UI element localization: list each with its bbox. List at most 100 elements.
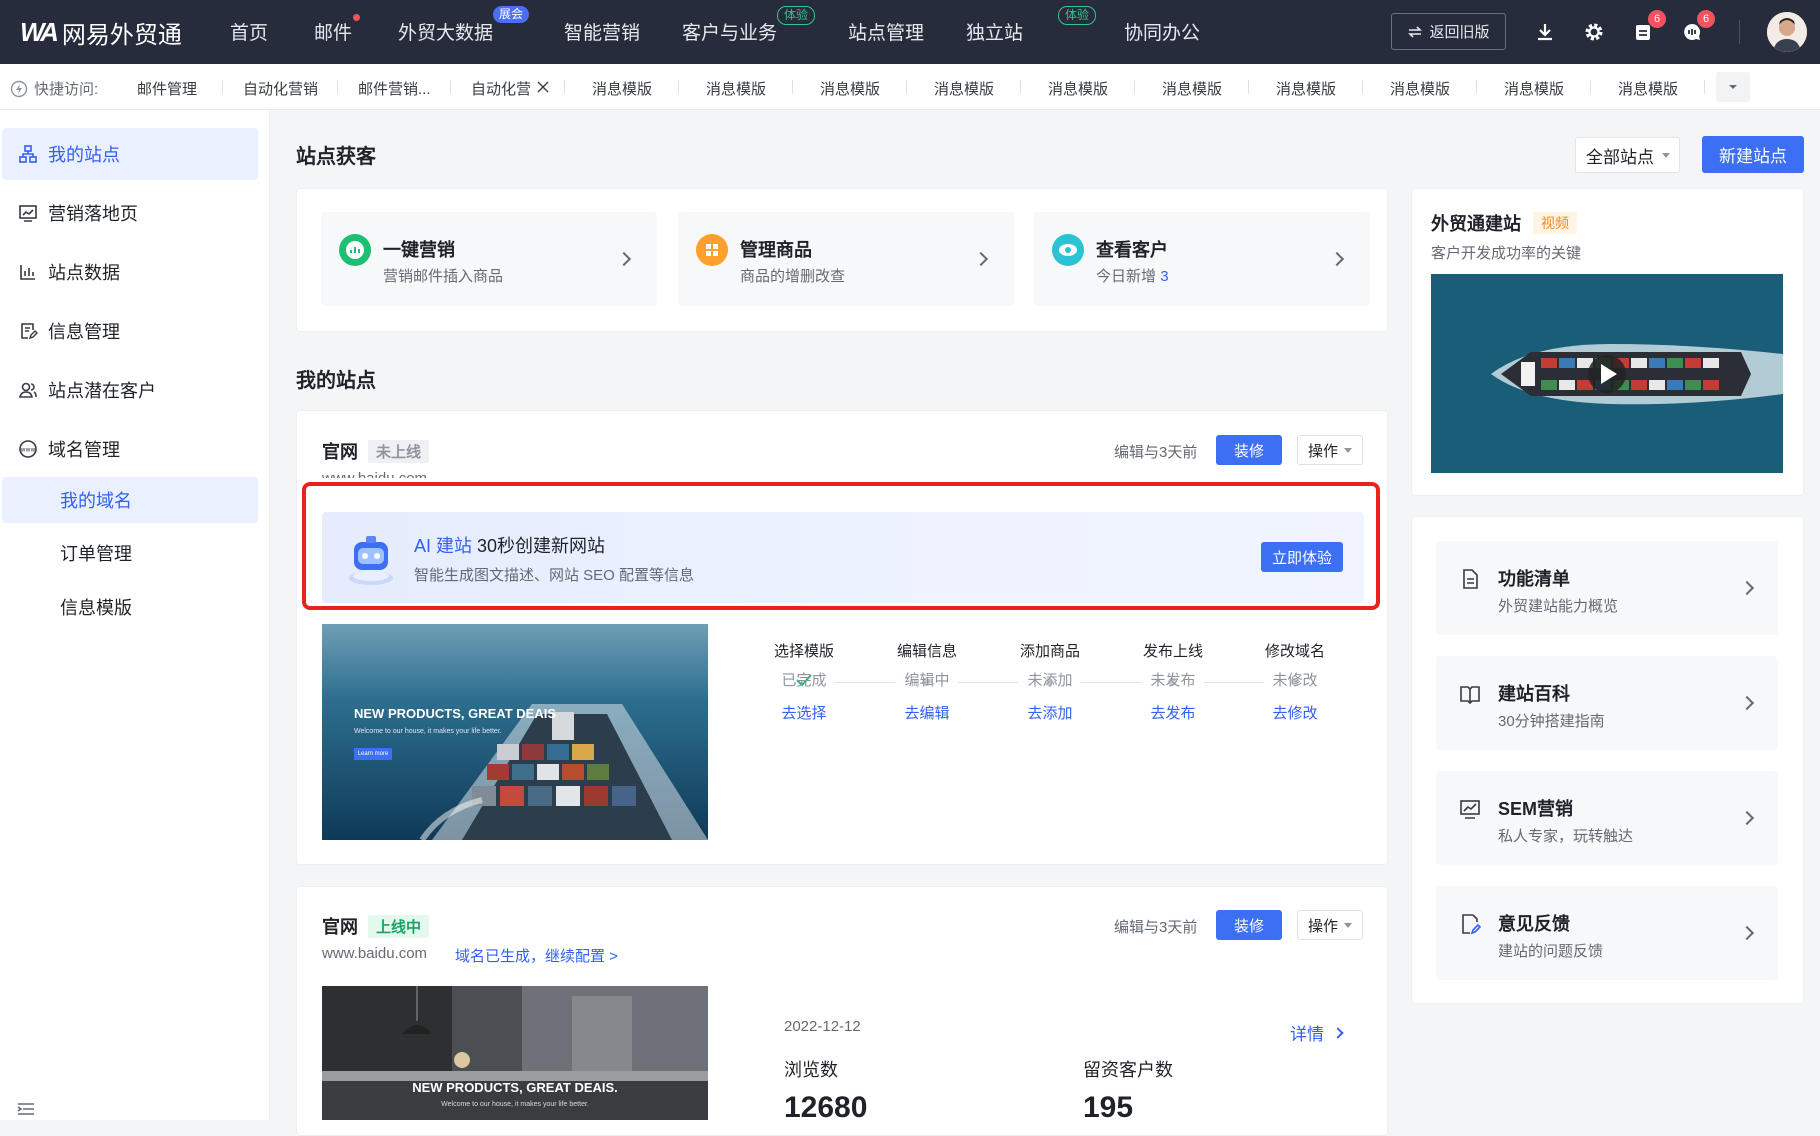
resource-subtitle: 私人专家，玩转触达 <box>1498 828 1634 845</box>
decorate-button[interactable]: 装修 <box>1216 910 1282 940</box>
feature-one-click-marketing[interactable]: 一键营销 营销邮件插入商品 <box>321 212 657 306</box>
feedback-edit-icon <box>1462 914 1482 935</box>
avatar[interactable] <box>1767 12 1807 52</box>
close-icon[interactable] <box>536 80 550 94</box>
quick-tabs-more-button[interactable] <box>1716 72 1750 102</box>
quick-tab-separator <box>1020 80 1021 94</box>
quick-tab-auto-marketing-active[interactable]: 自动化营 <box>471 78 531 99</box>
monitor-chart-icon <box>1460 800 1480 819</box>
quick-tab-separator <box>1590 80 1591 94</box>
resource-feedback[interactable]: 意见反馈 建站的问题反馈 <box>1436 886 1778 980</box>
nav-home[interactable]: 首页 <box>230 18 268 45</box>
operate-dropdown[interactable]: 操作 <box>1297 910 1363 940</box>
video-player[interactable] <box>1431 274 1783 473</box>
nav-mail[interactable]: 邮件 <box>314 18 352 45</box>
site-1-domain[interactable]: www.baidu.com <box>322 468 442 478</box>
nav-collaboration[interactable]: 协同办公 <box>1124 18 1200 45</box>
quick-tab-message-template[interactable]: 消息模版 <box>1276 78 1336 99</box>
all-sites-select[interactable]: 全部站点 <box>1575 137 1680 173</box>
quick-tab-separator <box>450 80 451 94</box>
back-to-old-version-label: 返回旧版 <box>1429 24 1490 41</box>
sidebar-item-landing-pages[interactable]: 营销落地页 <box>2 187 258 239</box>
sidebar-item-site-data[interactable]: 站点数据 <box>2 246 258 298</box>
site-1-template-thumbnail[interactable]: NEW PRODUCTS, GREAT DEAIS Welcome to our… <box>322 624 708 840</box>
sidebar-subitem-my-domains[interactable]: 我的域名 <box>2 477 258 523</box>
resource-encyclopedia[interactable]: 建站百科 30分钟搭建指南 <box>1436 656 1778 750</box>
feature-manage-products[interactable]: 管理商品 商品的增删改查 <box>678 212 1014 306</box>
logo-text: 网易外贸通 <box>61 21 182 49</box>
site-2-title: 官网 上线中 <box>322 913 430 939</box>
nav-smart-marketing[interactable]: 智能营销 <box>564 18 640 45</box>
sidebar-item-my-sites[interactable]: 我的站点 <box>2 128 258 180</box>
quick-tab-message-template[interactable]: 消息模版 <box>706 78 766 99</box>
sidebar: 我的站点 营销落地页 站点数据 信息管理 站点潜在客户 www 域名管理 我的域… <box>0 110 270 1120</box>
calendar-count-badge: 6 <box>1648 10 1666 28</box>
quick-tab-message-template[interactable]: 消息模版 <box>592 78 652 99</box>
sidebar-subitem-orders[interactable]: 订单管理 <box>2 530 258 576</box>
back-to-old-version-button[interactable]: 返回旧版 <box>1391 13 1506 50</box>
quick-tab-message-template[interactable]: 消息模版 <box>1162 78 1222 99</box>
chevron-right-icon <box>1739 810 1755 826</box>
views-label: 浏览数 <box>784 1060 838 1080</box>
chevron-right-icon <box>616 251 632 267</box>
step-action-link[interactable]: 去选择 <box>754 702 854 723</box>
resource-sem-marketing[interactable]: SEM营销 私人专家，玩转触达 <box>1436 771 1778 865</box>
switch-icon <box>1408 25 1423 38</box>
quick-access-bar: 快捷访问: 邮件管理 自动化营销 邮件营销... 自动化营 消息模版 消息模版 … <box>0 64 1820 110</box>
quick-tab-auto-marketing[interactable]: 自动化营销 <box>243 78 318 99</box>
quick-tab-mail-management[interactable]: 邮件管理 <box>137 78 197 99</box>
nav-customers[interactable]: 客户与业务 <box>682 18 777 45</box>
step-action-link[interactable]: 去发布 <box>1123 702 1223 723</box>
new-site-button[interactable]: 新建站点 <box>1702 136 1804 173</box>
detail-link[interactable]: 详情 <box>1290 1020 1344 1045</box>
logo[interactable]: WA 网易外贸通 <box>20 14 182 50</box>
nav-badge-trial: 体验 <box>777 6 816 25</box>
nav-site-management[interactable]: 站点管理 <box>848 18 924 45</box>
logo-mark: WA <box>20 16 59 47</box>
feature-title: 管理商品 <box>740 240 812 260</box>
gear-icon[interactable] <box>1582 20 1606 44</box>
collapse-sidebar-icon[interactable] <box>16 1102 36 1116</box>
decorate-button[interactable]: 装修 <box>1216 435 1282 465</box>
chevron-right-icon <box>973 251 989 267</box>
users-icon <box>19 382 37 398</box>
step-state: 未修改 <box>1272 672 1318 689</box>
eye-icon <box>1052 234 1084 266</box>
step-action-link[interactable]: 去添加 <box>1000 702 1100 723</box>
section-title-site-acquisition: 站点获客 <box>296 146 376 168</box>
quick-tab-message-template[interactable]: 消息模版 <box>1504 78 1564 99</box>
quick-tab-message-template[interactable]: 消息模版 <box>934 78 994 99</box>
resource-subtitle: 建站的问题反馈 <box>1498 943 1604 960</box>
chevron-down-icon <box>1729 85 1737 89</box>
sidebar-subitem-info-templates[interactable]: 信息模版 <box>2 584 258 630</box>
quick-tab-separator <box>906 80 907 94</box>
sidebar-item-label: 信息管理 <box>48 322 120 342</box>
quick-tab-message-template[interactable]: 消息模版 <box>820 78 880 99</box>
site-2-template-thumbnail[interactable]: NEW PRODUCTS, GREAT DEAIS. Welcome to ou… <box>322 986 708 1120</box>
operate-dropdown[interactable]: 操作 <box>1297 435 1363 465</box>
quick-tab-message-template[interactable]: 消息模版 <box>1618 78 1678 99</box>
sidebar-item-domain-management[interactable]: www 域名管理 <box>2 423 258 475</box>
resource-feature-list[interactable]: 功能清单 外贸建站能力概览 <box>1436 541 1778 635</box>
quick-tab-mail-marketing[interactable]: 邮件营销... <box>358 78 431 99</box>
mail-unread-dot <box>353 14 360 21</box>
continue-config-link[interactable]: 域名已生成，继续配置 > <box>455 945 618 966</box>
sidebar-item-info-management[interactable]: 信息管理 <box>2 305 258 357</box>
feature-view-customers[interactable]: 查看客户 今日新增 3 <box>1034 212 1370 306</box>
step-action-link[interactable]: 去编辑 <box>877 702 977 723</box>
quick-tab-message-template[interactable]: 消息模版 <box>1390 78 1450 99</box>
nav-trade-data[interactable]: 外贸大数据 <box>398 18 493 45</box>
quick-tab-message-template[interactable]: 消息模版 <box>1048 78 1108 99</box>
step-action-link[interactable]: 去修改 <box>1245 702 1345 723</box>
resource-title: 意见反馈 <box>1498 914 1570 934</box>
monitor-chart-icon <box>19 205 37 222</box>
download-icon[interactable] <box>1533 20 1557 44</box>
chevron-right-icon <box>1739 925 1755 941</box>
sidebar-item-potential-customers[interactable]: 站点潜在客户 <box>2 364 258 416</box>
step-publish: 发布上线 未发布 去发布 <box>1123 610 1223 723</box>
quick-tab-separator <box>564 80 565 94</box>
ship-video-thumbnail <box>1431 274 1783 473</box>
site-2-domain[interactable]: www.baidu.com <box>322 945 427 962</box>
sidebar-item-label: 营销落地页 <box>48 204 138 224</box>
nav-independent-site[interactable]: 独立站 <box>966 18 1023 45</box>
